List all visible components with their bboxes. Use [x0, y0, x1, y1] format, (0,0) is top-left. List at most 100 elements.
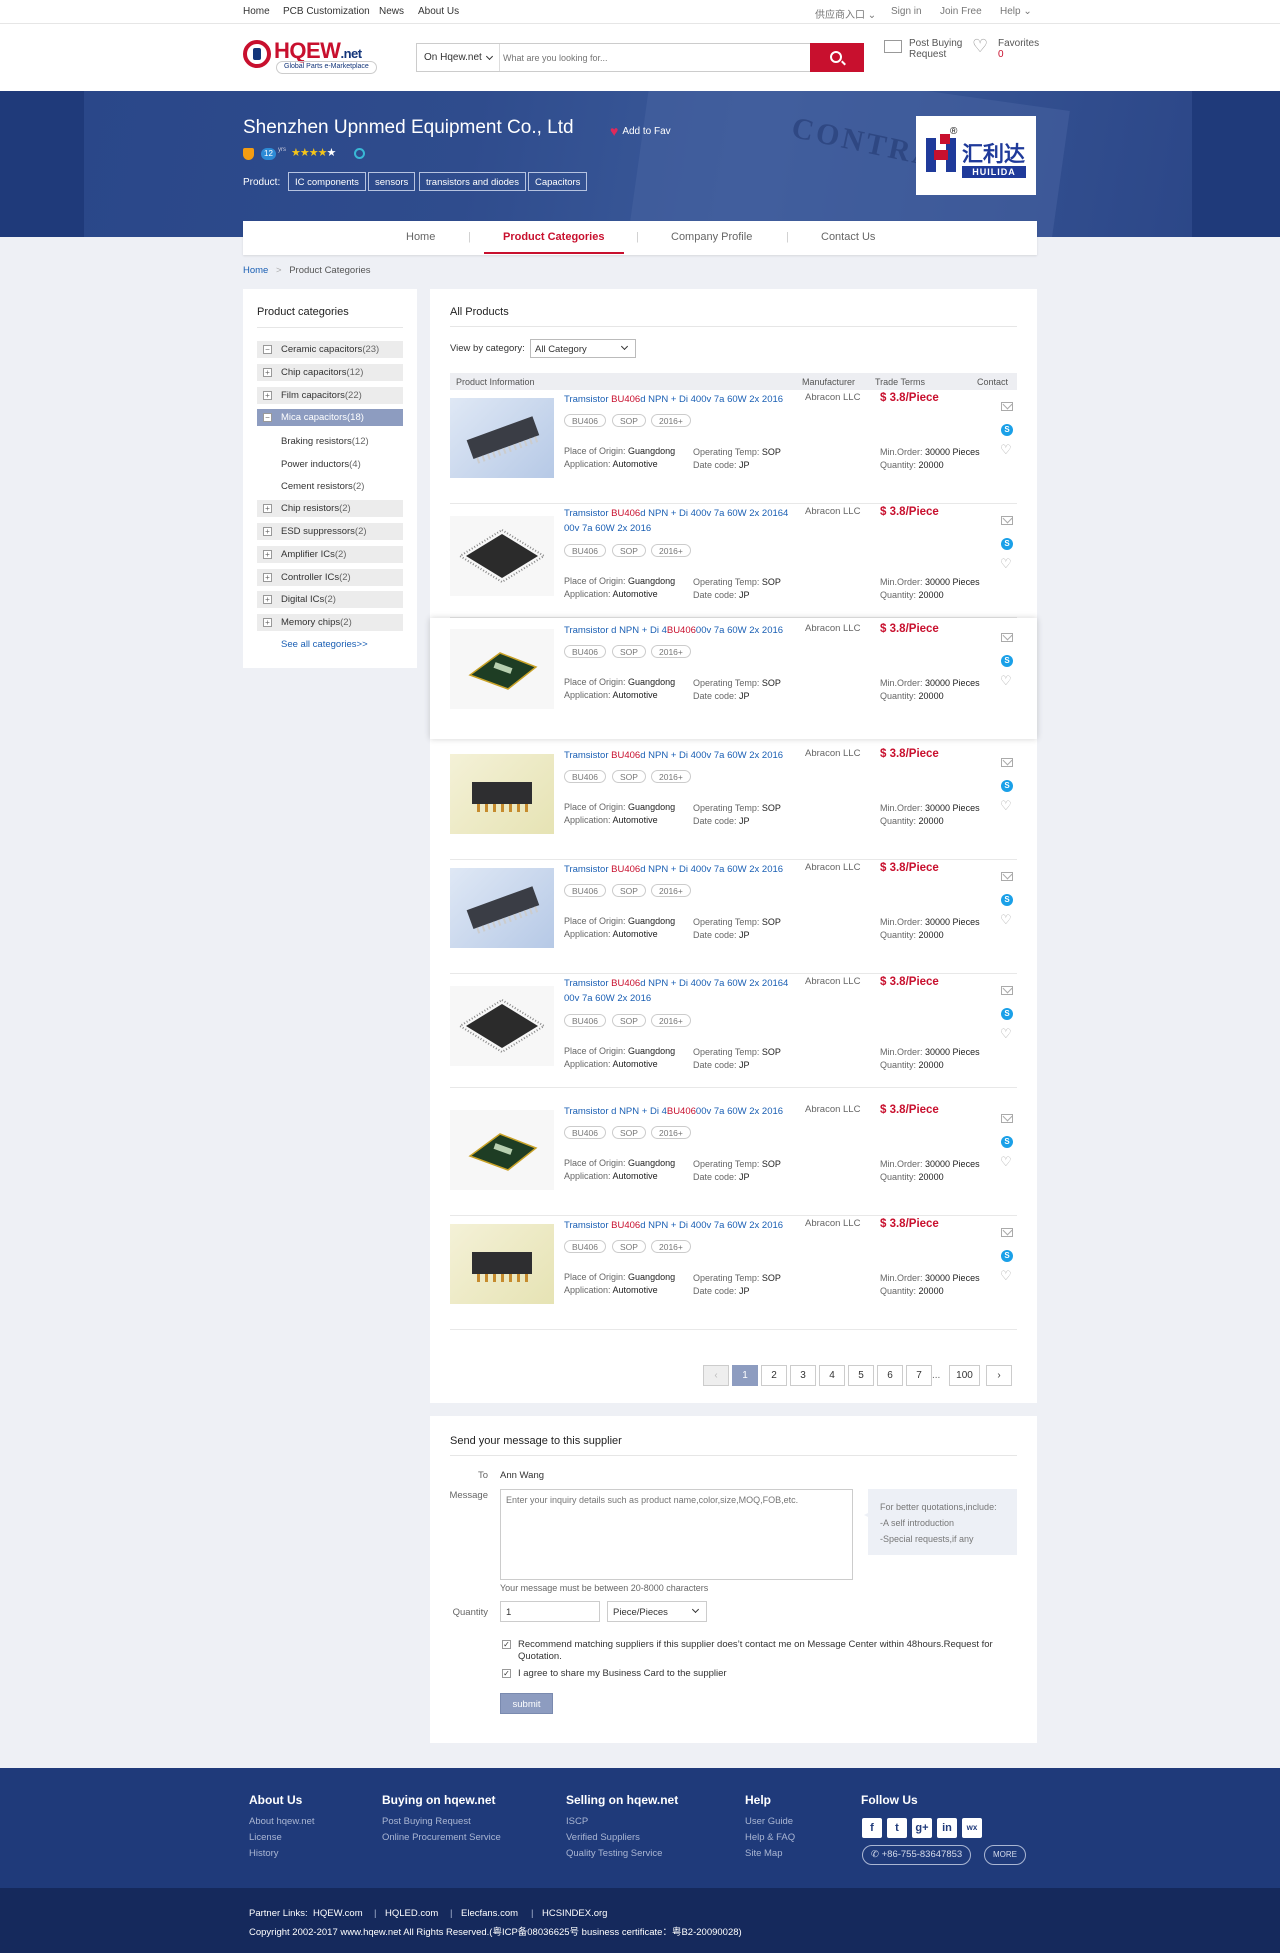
info-icon[interactable]: [354, 148, 365, 159]
site-logo[interactable]: HQEW.net Global Parts e-Marketplace: [243, 38, 377, 74]
product-row[interactable]: Tramsistor BU406d NPN + Di 400v 7a 60W 2…: [450, 860, 1017, 974]
product-image[interactable]: [450, 754, 554, 834]
product-title-link[interactable]: Tramsistor d NPN + Di 4BU40600v 7a 60W 2…: [564, 1104, 794, 1119]
footer-link[interactable]: Help & FAQ: [745, 1832, 795, 1843]
expand-icon[interactable]: +: [263, 368, 272, 377]
category-item[interactable]: + Digital ICs(2): [257, 591, 403, 608]
favorite-heart-icon[interactable]: ♡: [1000, 1268, 1012, 1284]
partner-link[interactable]: HQEW.com: [313, 1908, 363, 1919]
page-button[interactable]: 6: [877, 1365, 903, 1386]
collapse-icon[interactable]: −: [263, 413, 272, 422]
partner-link[interactable]: Elecfans.com: [461, 1908, 518, 1919]
subcategory-item[interactable]: Braking resistors(12): [281, 436, 369, 447]
google-plus-icon[interactable]: g+: [912, 1818, 932, 1838]
product-image[interactable]: [450, 1224, 554, 1304]
help-menu[interactable]: Help ⌄: [1000, 6, 1032, 17]
message-icon[interactable]: [1001, 633, 1013, 642]
sign-in-link[interactable]: Sign in: [891, 6, 922, 17]
supplier-entry-link[interactable]: 供应商入口 ⌄: [815, 6, 876, 21]
skype-icon[interactable]: S: [1001, 538, 1013, 550]
tab-contact-us[interactable]: Contact Us: [821, 231, 875, 243]
page-button[interactable]: 2: [761, 1365, 787, 1386]
footer-link[interactable]: License: [249, 1832, 282, 1843]
message-icon[interactable]: [1001, 986, 1013, 995]
product-image[interactable]: [450, 868, 554, 948]
subcategory-item[interactable]: Power inductors(4): [281, 459, 361, 470]
expand-icon[interactable]: +: [263, 550, 272, 559]
product-title-link[interactable]: Tramsistor BU406d NPN + Di 400v 7a 60W 2…: [564, 506, 794, 536]
message-icon[interactable]: [1001, 758, 1013, 767]
category-item[interactable]: + Chip resistors(2): [257, 500, 403, 517]
product-title-link[interactable]: Tramsistor BU406d NPN + Di 400v 7a 60W 2…: [564, 976, 794, 1006]
product-row[interactable]: Tramsistor d NPN + Di 4BU40600v 7a 60W 2…: [450, 1102, 1017, 1216]
category-item-active[interactable]: − Mica capacitors(18): [257, 409, 403, 426]
page-button[interactable]: 4: [819, 1365, 845, 1386]
message-icon[interactable]: [1001, 1114, 1013, 1123]
product-image[interactable]: [450, 516, 554, 596]
prev-page-button[interactable]: ‹: [703, 1365, 729, 1386]
phone-pill[interactable]: ✆ +86-755-83647853: [862, 1845, 972, 1865]
subcategory-item[interactable]: Cement resistors(2): [281, 481, 364, 492]
product-title-link[interactable]: Tramsistor BU406d NPN + Di 400v 7a 60W 2…: [564, 748, 794, 763]
collapse-icon[interactable]: −: [263, 345, 272, 354]
skype-icon[interactable]: S: [1001, 1250, 1013, 1262]
more-button[interactable]: MORE: [984, 1845, 1026, 1865]
footer-link[interactable]: History: [249, 1848, 279, 1859]
skype-icon[interactable]: S: [1001, 424, 1013, 436]
next-page-button[interactable]: ›: [986, 1365, 1012, 1386]
product-row[interactable]: Tramsistor BU406d NPN + Di 400v 7a 60W 2…: [450, 974, 1017, 1088]
product-tag[interactable]: sensors: [368, 172, 416, 191]
category-item[interactable]: + ESD suppressors(2): [257, 523, 403, 540]
add-to-fav-button[interactable]: ♥ Add to Fav: [610, 123, 671, 139]
category-item[interactable]: + Film capacitors(22): [257, 387, 403, 404]
wechat-icon[interactable]: wx: [962, 1818, 982, 1838]
favorite-heart-icon[interactable]: ♡: [1000, 1026, 1012, 1042]
category-filter-select[interactable]: All Category: [530, 339, 636, 358]
product-tag[interactable]: Capacitors: [528, 172, 588, 191]
footer-link[interactable]: User Guide: [745, 1816, 793, 1827]
favorite-heart-icon[interactable]: ♡: [1000, 1154, 1012, 1170]
expand-icon[interactable]: +: [263, 618, 272, 627]
favorite-heart-icon[interactable]: ♡: [1000, 912, 1012, 928]
page-button[interactable]: 7: [906, 1365, 932, 1386]
product-title-link[interactable]: Tramsistor BU406d NPN + Di 400v 7a 60W 2…: [564, 392, 794, 407]
favorite-heart-icon[interactable]: ♡: [1000, 673, 1012, 689]
skype-icon[interactable]: S: [1001, 1136, 1013, 1148]
tab-home[interactable]: Home: [406, 231, 435, 243]
product-row[interactable]: Tramsistor BU406d NPN + Di 400v 7a 60W 2…: [450, 390, 1017, 504]
post-buying-request-link[interactable]: Post Buying Request: [909, 38, 967, 60]
unit-select[interactable]: Piece/Pieces: [607, 1601, 707, 1622]
category-item[interactable]: + Chip capacitors(12): [257, 364, 403, 381]
expand-icon[interactable]: +: [263, 391, 272, 400]
product-title-link[interactable]: Tramsistor BU406d NPN + Di 400v 7a 60W 2…: [564, 862, 794, 877]
product-image[interactable]: [450, 398, 554, 478]
join-free-link[interactable]: Join Free: [940, 6, 982, 17]
skype-icon[interactable]: S: [1001, 780, 1013, 792]
quantity-input[interactable]: 1: [500, 1601, 600, 1622]
expand-icon[interactable]: +: [263, 504, 272, 513]
tab-product-categories[interactable]: Product Categories: [503, 231, 604, 243]
page-button[interactable]: 1: [732, 1365, 758, 1386]
partner-link[interactable]: HCSINDEX.org: [542, 1908, 607, 1919]
page-button[interactable]: 5: [848, 1365, 874, 1386]
product-row[interactable]: Tramsistor d NPN + Di 4BU40600v 7a 60W 2…: [430, 618, 1037, 739]
search-input[interactable]: [503, 44, 803, 71]
product-row[interactable]: Tramsistor BU406d NPN + Di 400v 7a 60W 2…: [450, 746, 1017, 860]
message-icon[interactable]: [1001, 1228, 1013, 1237]
message-icon[interactable]: [1001, 872, 1013, 881]
message-icon[interactable]: [1001, 516, 1013, 525]
product-tag[interactable]: IC components: [288, 172, 366, 191]
footer-link[interactable]: Post Buying Request: [382, 1816, 471, 1827]
recommend-suppliers-checkbox[interactable]: ✓: [502, 1640, 511, 1649]
facebook-icon[interactable]: f: [862, 1818, 882, 1838]
see-all-categories-link[interactable]: See all categories>>: [281, 639, 368, 650]
footer-link[interactable]: Verified Suppliers: [566, 1832, 640, 1843]
message-icon[interactable]: [1001, 402, 1013, 411]
footer-link[interactable]: ISCP: [566, 1816, 588, 1827]
partner-link[interactable]: HQLED.com: [385, 1908, 438, 1919]
message-textarea[interactable]: [500, 1489, 853, 1580]
favorite-heart-icon[interactable]: ♡: [1000, 798, 1012, 814]
footer-link[interactable]: Online Procurement Service: [382, 1832, 501, 1843]
product-title-link[interactable]: Tramsistor BU406d NPN + Di 400v 7a 60W 2…: [564, 1218, 794, 1233]
tab-company-profile[interactable]: Company Profile: [671, 231, 752, 243]
